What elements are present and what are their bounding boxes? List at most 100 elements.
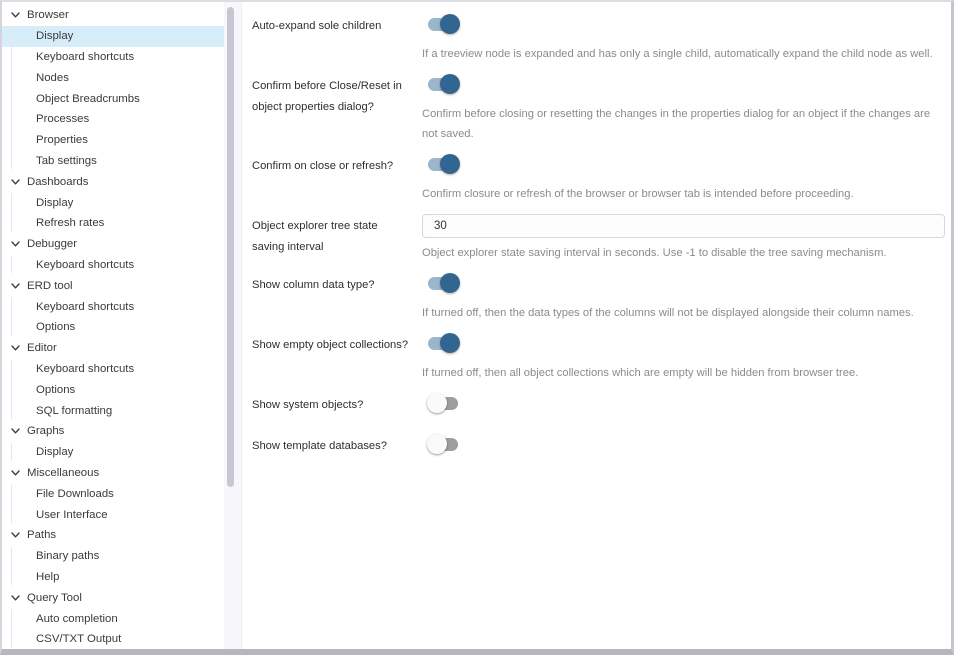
tree-item-object-breadcrumbs[interactable]: Object Breadcrumbs: [2, 88, 224, 109]
toggle-knob: [440, 333, 460, 353]
pref-label: Confirm before Close/Reset in object pro…: [252, 74, 422, 144]
pref-row-show-template-databases: Show template databases?: [252, 434, 945, 459]
tree-item-erd-keyboard-shortcuts[interactable]: Keyboard shortcuts: [2, 296, 224, 317]
tree-group-erd-tool[interactable]: ERD tool: [2, 275, 224, 296]
preferences-tree: Browser Display Keyboard shortcuts Nodes…: [2, 2, 224, 649]
tree-item-csv-txt-output[interactable]: CSV/TXT Output: [2, 629, 224, 649]
chevron-down-icon[interactable]: [9, 280, 22, 292]
tree-group-miscellaneous[interactable]: Miscellaneous: [2, 463, 224, 484]
show-empty-object-collections-toggle[interactable]: [427, 333, 460, 353]
pref-row-confirm-close-refresh: Confirm on close or refresh? Confirm clo…: [252, 154, 945, 204]
tree-item-auto-completion[interactable]: Auto completion: [2, 608, 224, 629]
pref-label: Confirm on close or refresh?: [252, 154, 422, 204]
tree-item-binary-paths[interactable]: Binary paths: [2, 546, 224, 567]
tree-group-paths[interactable]: Paths: [2, 525, 224, 546]
pref-row-confirm-close-reset: Confirm before Close/Reset in object pro…: [252, 74, 945, 144]
toggle-knob: [440, 273, 460, 293]
tree-group-label: Query Tool: [27, 592, 82, 604]
sidebar-scrollbar-thumb[interactable]: [227, 7, 234, 487]
show-system-objects-toggle[interactable]: [427, 393, 460, 413]
tree-item-label: Nodes: [36, 72, 69, 84]
tree-group-editor[interactable]: Editor: [2, 338, 224, 359]
tree-group-label: Editor: [27, 342, 57, 354]
tree-group-query-tool[interactable]: Query Tool: [2, 587, 224, 608]
auto-expand-sole-children-toggle[interactable]: [427, 14, 460, 34]
chevron-down-icon[interactable]: [9, 9, 22, 21]
toggle-knob: [440, 154, 460, 174]
tree-item-label: File Downloads: [36, 488, 114, 500]
toggle-knob: [440, 74, 460, 94]
chevron-down-icon[interactable]: [9, 467, 22, 479]
chevron-down-icon[interactable]: [9, 425, 22, 437]
tree-item-properties[interactable]: Properties: [2, 130, 224, 151]
pref-row-tree-state-saving-interval: Object explorer tree state saving interv…: [252, 214, 945, 263]
tree-group-label: Browser: [27, 9, 69, 21]
sidebar-scrollbar-track[interactable]: [224, 2, 241, 649]
toggle-knob: [440, 14, 460, 34]
tree-item-label: Options: [36, 321, 75, 333]
chevron-down-icon[interactable]: [9, 592, 22, 604]
tree-item-help[interactable]: Help: [2, 567, 224, 588]
tree-group-label: Paths: [27, 529, 56, 541]
tree-item-editor-keyboard-shortcuts[interactable]: Keyboard shortcuts: [2, 359, 224, 380]
pref-label: Object explorer tree state saving interv…: [252, 214, 422, 263]
pref-row-auto-expand-sole-children: Auto-expand sole children If a treeview …: [252, 14, 945, 64]
tree-item-graphs-display[interactable]: Display: [2, 442, 224, 463]
tree-item-label: Display: [36, 197, 73, 209]
tree-item-label: Refresh rates: [36, 217, 104, 229]
tree-item-label: SQL formatting: [36, 405, 112, 417]
tree-group-label: ERD tool: [27, 280, 73, 292]
tree-item-refresh-rates[interactable]: Refresh rates: [2, 213, 224, 234]
tree-item-editor-options[interactable]: Options: [2, 379, 224, 400]
tree-item-label: Keyboard shortcuts: [36, 363, 134, 375]
tree-item-label: Keyboard shortcuts: [36, 51, 134, 63]
tree-group-browser[interactable]: Browser: [2, 5, 224, 26]
tree-item-erd-options[interactable]: Options: [2, 317, 224, 338]
chevron-down-icon[interactable]: [9, 238, 22, 250]
tree-item-dashboards-display[interactable]: Display: [2, 192, 224, 213]
tree-item-label: Keyboard shortcuts: [36, 259, 134, 271]
chevron-down-icon[interactable]: [9, 176, 22, 188]
pref-label: Show empty object collections?: [252, 333, 422, 383]
tree-item-label: Processes: [36, 113, 89, 125]
tree-item-file-downloads[interactable]: File Downloads: [2, 483, 224, 504]
tree-group-dashboards[interactable]: Dashboards: [2, 171, 224, 192]
tree-group-debugger[interactable]: Debugger: [2, 234, 224, 255]
pref-row-show-column-data-type: Show column data type? If turned off, th…: [252, 273, 945, 323]
tree-state-saving-interval-input[interactable]: [422, 214, 945, 238]
pref-helper-text: Confirm closure or refresh of the browse…: [422, 184, 945, 204]
tree-item-label: Tab settings: [36, 155, 97, 167]
show-template-databases-toggle[interactable]: [427, 434, 460, 454]
tree-item-sql-formatting[interactable]: SQL formatting: [2, 400, 224, 421]
confirm-close-refresh-toggle[interactable]: [427, 154, 460, 174]
pref-helper-text: Confirm before closing or resetting the …: [422, 104, 945, 144]
tree-item-tab-settings[interactable]: Tab settings: [2, 151, 224, 172]
confirm-close-reset-toggle[interactable]: [427, 74, 460, 94]
show-column-data-type-toggle[interactable]: [427, 273, 460, 293]
pref-row-show-system-objects: Show system objects?: [252, 393, 945, 418]
pref-helper-text: If turned off, then all object collectio…: [422, 363, 945, 383]
tree-item-keyboard-shortcuts[interactable]: Keyboard shortcuts: [2, 47, 224, 68]
pref-helper-text: Object explorer state saving interval in…: [422, 243, 945, 263]
tree-item-display[interactable]: Display: [2, 26, 224, 47]
chevron-down-icon[interactable]: [9, 342, 22, 354]
tree-item-label: Display: [36, 30, 73, 42]
tree-group-graphs[interactable]: Graphs: [2, 421, 224, 442]
tree-item-debugger-keyboard-shortcuts[interactable]: Keyboard shortcuts: [2, 255, 224, 276]
tree-group-label: Debugger: [27, 238, 77, 250]
tree-item-label: Object Breadcrumbs: [36, 93, 140, 105]
tree-item-label: Binary paths: [36, 550, 99, 562]
pref-helper-text: If a treeview node is expanded and has o…: [422, 44, 945, 64]
tree-item-processes[interactable]: Processes: [2, 109, 224, 130]
pref-label: Show system objects?: [252, 393, 422, 418]
tree-item-label: Help: [36, 571, 59, 583]
tree-item-nodes[interactable]: Nodes: [2, 67, 224, 88]
tree-item-label: Properties: [36, 134, 88, 146]
tree-item-label: CSV/TXT Output: [36, 633, 121, 645]
chevron-down-icon[interactable]: [9, 529, 22, 541]
pref-helper-text: If turned off, then the data types of th…: [422, 303, 945, 323]
tree-item-label: User Interface: [36, 509, 108, 521]
tree-item-label: Keyboard shortcuts: [36, 301, 134, 313]
pref-label: Show column data type?: [252, 273, 422, 323]
tree-item-user-interface[interactable]: User Interface: [2, 504, 224, 525]
